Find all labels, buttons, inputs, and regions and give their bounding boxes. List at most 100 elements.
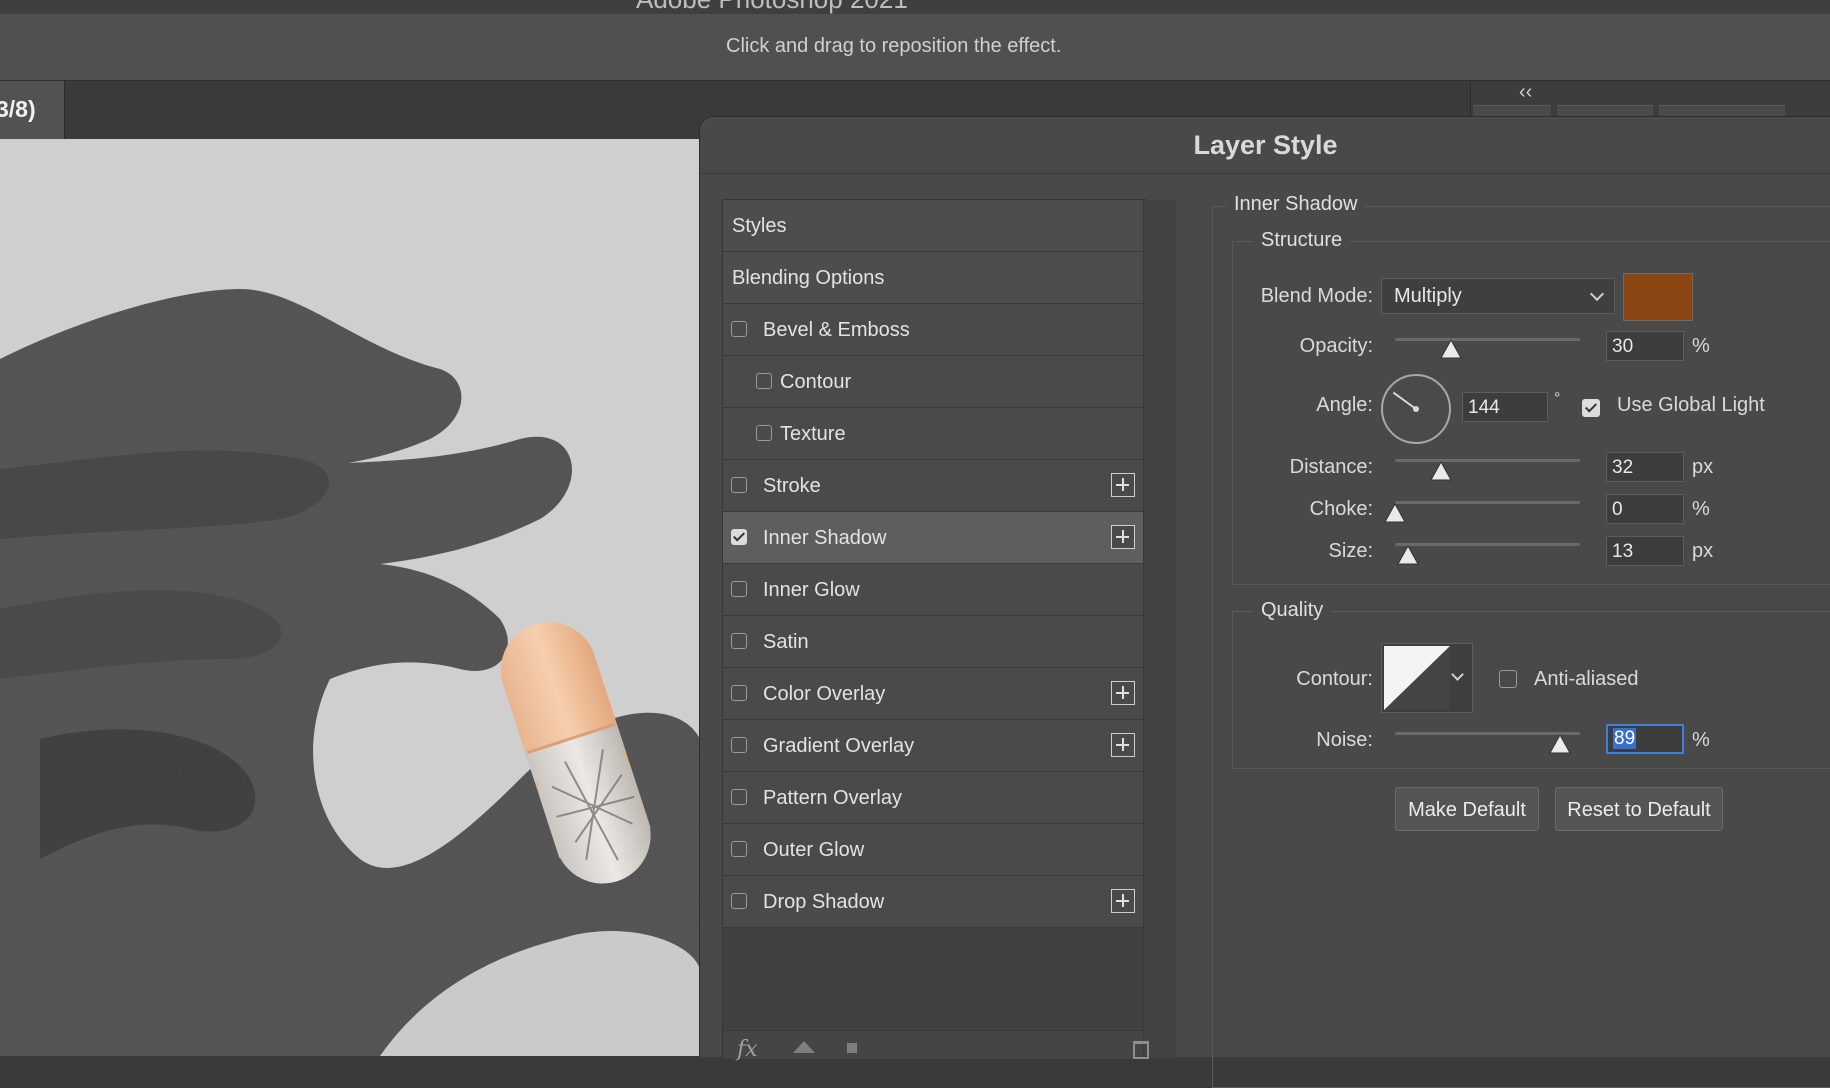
structure-title: Structure xyxy=(1253,229,1351,252)
size-input[interactable]: 13 xyxy=(1606,536,1684,566)
style-item-gradient-overlay[interactable]: Gradient Overlay xyxy=(723,720,1143,772)
angle-input[interactable]: 144 xyxy=(1462,392,1548,422)
use-global-light-label: Use Global Light xyxy=(1617,394,1765,416)
angle-unit: ° xyxy=(1554,390,1561,407)
move-down-icon[interactable] xyxy=(847,1043,857,1053)
noise-input[interactable]: 89 xyxy=(1606,724,1684,754)
reset-to-default-button[interactable]: Reset to Default xyxy=(1555,787,1723,831)
add-effect-instance-icon[interactable] xyxy=(1111,733,1135,757)
style-item-texture[interactable]: Texture xyxy=(723,408,1143,460)
style-checkbox[interactable] xyxy=(731,581,747,597)
opacity-value: 30 xyxy=(1612,336,1634,357)
anti-aliased-checkbox[interactable] xyxy=(1499,670,1517,688)
noise-slider-thumb[interactable] xyxy=(1548,734,1571,754)
style-checkbox[interactable] xyxy=(731,633,747,649)
choke-slider-thumb[interactable] xyxy=(1384,503,1406,523)
choke-slider-track[interactable] xyxy=(1395,501,1580,504)
angle-label: Angle: xyxy=(1316,394,1373,416)
styles-list-footer: fx xyxy=(723,1030,1149,1062)
choke-unit: % xyxy=(1692,498,1710,520)
panel-tab[interactable] xyxy=(1473,105,1551,116)
distance-slider-thumb[interactable] xyxy=(1430,461,1453,481)
style-checkbox[interactable] xyxy=(756,373,772,389)
opacity-unit: % xyxy=(1692,335,1710,357)
angle-dial[interactable] xyxy=(1380,373,1452,445)
style-item-satin[interactable]: Satin xyxy=(723,616,1143,668)
add-effect-instance-icon[interactable] xyxy=(1111,473,1135,497)
layer-style-dialog: Layer Style Styles Blending Options Bevel … xyxy=(699,116,1830,1088)
move-up-icon[interactable] xyxy=(793,1041,815,1053)
app-title-bar: Adobe Photoshop 2021 xyxy=(0,0,1830,15)
add-effect-instance-icon[interactable] xyxy=(1111,681,1135,705)
choke-label: Choke: xyxy=(1309,498,1373,520)
style-item-inner-shadow[interactable]: Inner Shadow xyxy=(723,512,1143,564)
add-effect-instance-icon[interactable] xyxy=(1111,525,1135,549)
hint-text: Click and drag to reposition the effect. xyxy=(726,35,1062,57)
style-item-blending-options[interactable]: Blending Options xyxy=(723,252,1143,304)
styles-list: Styles Blending Options Bevel & Emboss Cont… xyxy=(722,199,1176,1062)
style-checkbox[interactable] xyxy=(731,321,747,337)
shadow-color-swatch[interactable] xyxy=(1623,273,1693,321)
style-item-label: Inner Shadow xyxy=(763,527,887,549)
fx-icon[interactable]: fx xyxy=(737,1037,758,1062)
size-unit: px xyxy=(1692,540,1714,562)
add-effect-instance-icon[interactable] xyxy=(1111,889,1135,913)
chevron-down-icon xyxy=(1589,286,1605,302)
style-item-pattern-overlay[interactable]: Pattern Overlay xyxy=(723,772,1143,824)
style-checkbox[interactable] xyxy=(731,685,747,701)
panel-tab[interactable] xyxy=(1659,105,1785,116)
styles-list-scrollbar[interactable] xyxy=(1143,200,1176,1058)
style-checkbox[interactable] xyxy=(731,529,747,545)
style-checkbox[interactable] xyxy=(731,477,747,493)
style-item-label: Pattern Overlay xyxy=(763,787,902,809)
blend-mode-select[interactable]: Multiply xyxy=(1381,278,1615,314)
size-slider-track[interactable] xyxy=(1395,543,1580,546)
contour-preview xyxy=(1384,646,1450,710)
distance-input[interactable]: 32 xyxy=(1606,452,1684,482)
angle-value: 144 xyxy=(1468,397,1500,418)
opacity-slider-track[interactable] xyxy=(1395,338,1580,341)
distance-unit: px xyxy=(1692,456,1714,478)
style-item-inner-glow[interactable]: Inner Glow xyxy=(723,564,1143,616)
distance-label: Distance: xyxy=(1289,456,1373,478)
use-global-light-checkbox[interactable] xyxy=(1582,399,1600,417)
panel-tab[interactable] xyxy=(1557,105,1653,116)
contour-picker[interactable] xyxy=(1381,643,1473,713)
style-item-bevel-emboss[interactable]: Bevel & Emboss xyxy=(723,304,1143,356)
style-item-label: Bevel & Emboss xyxy=(763,319,910,341)
style-checkbox[interactable] xyxy=(731,737,747,753)
style-item-label: Satin xyxy=(763,631,809,653)
style-item-styles[interactable]: Styles xyxy=(723,200,1143,252)
make-default-button[interactable]: Make Default xyxy=(1395,787,1539,831)
trash-icon[interactable] xyxy=(1133,1041,1149,1059)
document-tab[interactable]: 3/8) xyxy=(0,81,65,139)
dialog-title-bar[interactable]: Layer Style xyxy=(700,117,1830,174)
style-checkbox[interactable] xyxy=(731,789,747,805)
dialog-title: Layer Style xyxy=(1193,130,1338,160)
style-item-label: Color Overlay xyxy=(763,683,886,705)
style-checkbox[interactable] xyxy=(731,893,747,909)
section-title: Inner Shadow xyxy=(1226,193,1366,216)
document-canvas[interactable] xyxy=(0,139,700,1056)
collapse-panels-icon[interactable]: ‹‹ xyxy=(1519,81,1532,104)
style-item-drop-shadow[interactable]: Drop Shadow xyxy=(723,876,1143,928)
style-item-label: Outer Glow xyxy=(763,839,865,861)
canvas-artwork xyxy=(0,139,700,1056)
style-checkbox[interactable] xyxy=(731,841,747,857)
opacity-slider-thumb[interactable] xyxy=(1439,339,1462,359)
style-checkbox[interactable] xyxy=(756,425,772,441)
distance-slider-track[interactable] xyxy=(1395,459,1580,462)
style-item-label: Blending Options xyxy=(732,267,885,289)
style-item-label: Styles xyxy=(732,215,787,237)
style-item-color-overlay[interactable]: Color Overlay xyxy=(723,668,1143,720)
style-item-label: Inner Glow xyxy=(763,579,860,601)
opacity-input[interactable]: 30 xyxy=(1606,331,1684,361)
choke-input[interactable]: 0 xyxy=(1606,494,1684,524)
app-title: Adobe Photoshop 2021 xyxy=(636,0,908,14)
style-item-contour[interactable]: Contour xyxy=(723,356,1143,408)
size-slider-thumb[interactable] xyxy=(1397,545,1419,565)
style-item-stroke[interactable]: Stroke xyxy=(723,460,1143,512)
noise-unit: % xyxy=(1692,729,1710,751)
style-item-outer-glow[interactable]: Outer Glow xyxy=(723,824,1143,876)
choke-value: 0 xyxy=(1612,499,1623,520)
